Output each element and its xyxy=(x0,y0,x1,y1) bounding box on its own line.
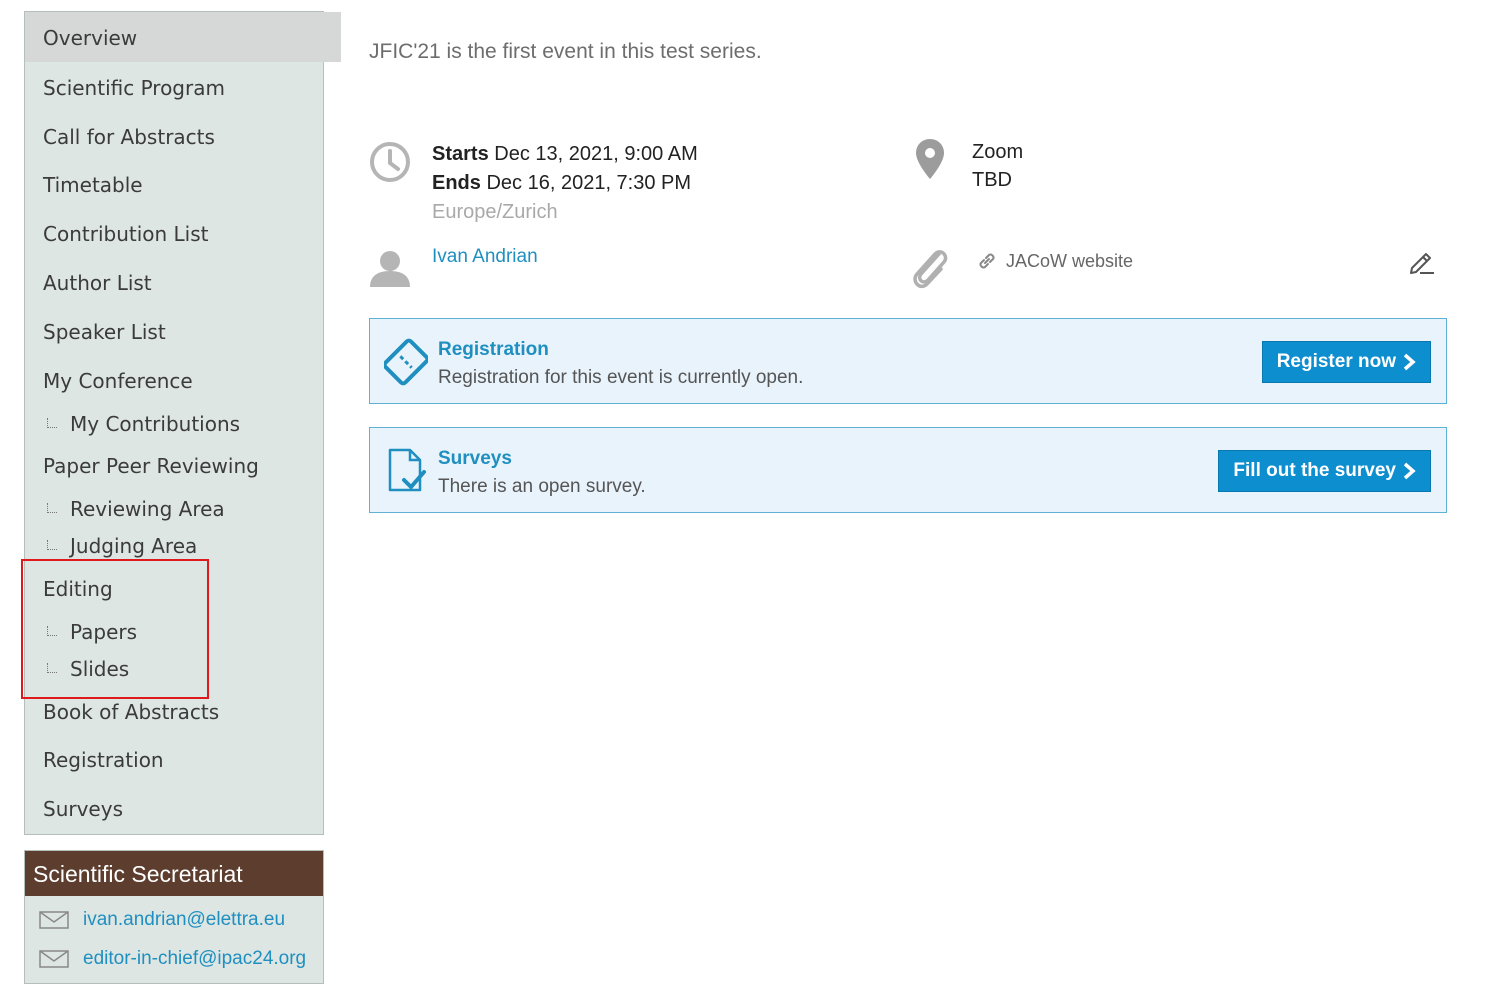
menu-item-speaker-list[interactable]: Speaker List xyxy=(25,320,341,344)
surveys-subtitle: There is an open survey. xyxy=(438,476,646,497)
secretariat-email-link[interactable]: editor-in-chief@ipac24.org xyxy=(83,948,306,970)
menu-item-judging-area[interactable]: Judging Area xyxy=(25,534,368,558)
event-description: JFIC'21 is the first event in this test … xyxy=(369,40,762,63)
ticket-icon xyxy=(384,338,428,386)
menu-item-overview[interactable]: Overview xyxy=(25,12,341,62)
surveys-card: Surveys There is an open survey. Fill ou… xyxy=(369,427,1447,513)
location-pin-icon xyxy=(916,139,944,179)
tree-branch-icon xyxy=(47,540,57,550)
sidebar-menu: Overview Scientific Program Call for Abs… xyxy=(24,11,341,835)
edit-pencil-icon[interactable] xyxy=(1408,248,1436,276)
event-timezone: Europe/Zurich xyxy=(432,201,558,223)
menu-item-scientific-program[interactable]: Scientific Program xyxy=(25,76,341,100)
tree-branch-icon xyxy=(47,418,57,428)
survey-document-icon xyxy=(388,448,426,492)
fill-out-survey-button[interactable]: Fill out the survey xyxy=(1218,450,1431,492)
event-start: Starts Dec 13, 2021, 9:00 AM xyxy=(432,143,698,165)
chevron-right-icon xyxy=(1403,353,1416,371)
external-link-label: JACoW website xyxy=(1006,250,1134,271)
event-location: Zoom TBD xyxy=(972,138,1023,194)
envelope-icon xyxy=(39,911,69,929)
surveys-title: Surveys xyxy=(438,448,512,469)
menu-item-surveys[interactable]: Surveys xyxy=(25,797,341,821)
envelope-icon xyxy=(39,950,69,968)
menu-item-registration[interactable]: Registration xyxy=(25,748,341,772)
menu-item-call-for-abstracts[interactable]: Call for Abstracts xyxy=(25,125,341,149)
location-address: TBD xyxy=(972,169,1012,191)
menu-item-my-contributions[interactable]: My Contributions xyxy=(25,412,368,436)
link-icon xyxy=(979,253,995,269)
secretariat-title: Scientific Secretariat xyxy=(25,851,323,896)
menu-item-contribution-list[interactable]: Contribution List xyxy=(25,222,341,246)
chairperson-link[interactable]: Ivan Andrian xyxy=(432,246,538,268)
menu-item-paper-peer-reviewing[interactable]: Paper Peer Reviewing xyxy=(25,454,341,478)
event-end: Ends Dec 16, 2021, 7:30 PM xyxy=(432,172,692,194)
event-dates: Starts Dec 13, 2021, 9:00 AM Ends Dec 16… xyxy=(432,140,698,227)
highlight-annotation-box xyxy=(21,559,209,699)
menu-item-author-list[interactable]: Author List xyxy=(25,271,341,295)
clock-icon xyxy=(370,142,410,182)
registration-subtitle: Registration for this event is currently… xyxy=(438,367,804,388)
registration-title: Registration xyxy=(438,339,549,360)
location-name: Zoom xyxy=(972,141,1024,163)
menu-item-reviewing-area[interactable]: Reviewing Area xyxy=(25,497,368,521)
user-icon xyxy=(370,251,410,287)
paperclip-icon xyxy=(913,250,948,289)
secretariat-email-link[interactable]: ivan.andrian@elettra.eu xyxy=(83,909,285,931)
secretariat-email-row: ivan.andrian@elettra.eu xyxy=(39,908,285,932)
tree-branch-icon xyxy=(47,503,57,513)
chevron-right-icon xyxy=(1403,462,1416,480)
external-link[interactable]: JACoW website xyxy=(976,250,1133,272)
registration-card: Registration Registration for this event… xyxy=(369,318,1447,404)
register-now-button[interactable]: Register now xyxy=(1261,341,1431,383)
secretariat-email-row: editor-in-chief@ipac24.org xyxy=(39,947,306,971)
secretariat-box: Scientific Secretariat ivan.andrian@elet… xyxy=(24,850,324,984)
menu-item-timetable[interactable]: Timetable xyxy=(25,173,341,197)
menu-item-my-conference[interactable]: My Conference xyxy=(25,369,341,393)
menu-item-book-of-abstracts[interactable]: Book of Abstracts xyxy=(25,700,341,724)
